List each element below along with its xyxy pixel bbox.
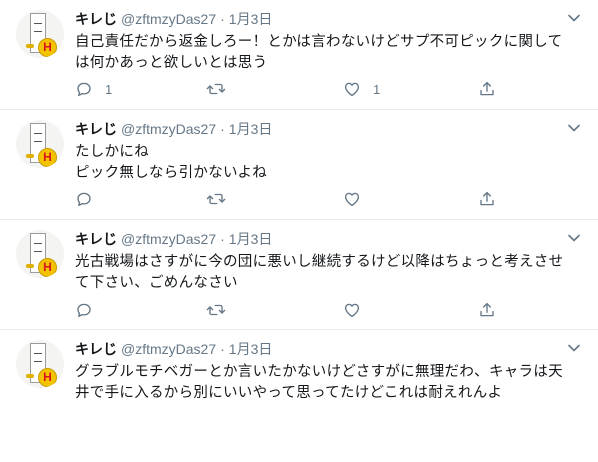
tweet-text-line: ピック無しなら引かないよね xyxy=(75,165,268,181)
share-button[interactable] xyxy=(478,300,496,320)
reply-icon xyxy=(77,82,91,97)
share-button[interactable] xyxy=(478,189,496,209)
retweet-button[interactable] xyxy=(206,189,238,209)
like-button[interactable] xyxy=(343,300,373,320)
like-button[interactable]: 1 xyxy=(343,79,380,99)
separator-dot: · xyxy=(220,121,225,137)
tweet-text: たしかにね ピック無しなら引かないよね xyxy=(75,142,585,184)
user-handle[interactable]: @zftmzyDas27 xyxy=(121,231,216,247)
timeline: H キレじ @zftmzyDas27 · 1月3日 自己責任だから返金しろー！とかは言… xyxy=(0,0,598,462)
retweet-icon xyxy=(206,304,226,316)
tweet[interactable]: H キレじ @zftmzyDas27 · 1月3日 グラブルモチベガーとか言いたかない… xyxy=(0,330,598,462)
avatar[interactable]: H xyxy=(16,340,64,388)
avatar[interactable]: H xyxy=(16,10,64,58)
avatar-badge: H xyxy=(38,148,57,167)
share-icon xyxy=(480,191,494,206)
reply-icon xyxy=(77,303,91,318)
user-handle[interactable]: @zftmzyDas27 xyxy=(121,11,216,27)
avatar-coin-graphic xyxy=(26,154,34,158)
tweet-date[interactable]: 1月3日 xyxy=(229,11,273,27)
reply-icon xyxy=(77,192,91,207)
retweet-icon xyxy=(206,83,226,95)
avatar-coin-graphic xyxy=(26,264,34,268)
caret-down-icon[interactable] xyxy=(568,234,580,242)
separator-dot: · xyxy=(220,231,225,247)
display-name[interactable]: キレじ xyxy=(75,341,117,357)
like-count: 1 xyxy=(373,81,381,97)
tweet-date[interactable]: 1月3日 xyxy=(229,341,273,357)
avatar-badge: H xyxy=(38,38,57,57)
user-handle[interactable]: @zftmzyDas27 xyxy=(121,341,216,357)
avatar-badge: H xyxy=(38,258,57,277)
reply-count: 1 xyxy=(105,81,113,97)
reply-button[interactable] xyxy=(75,300,105,320)
tweet-actions: 1 1 xyxy=(75,79,505,99)
caret-down-icon[interactable] xyxy=(568,14,580,22)
avatar[interactable]: H xyxy=(16,230,64,278)
avatar[interactable]: H xyxy=(16,120,64,168)
tweet-date[interactable]: 1月3日 xyxy=(229,121,273,137)
tweet-text: 自己責任だから返金しろー！とかは言わないけどサプ不可ピックに関して は何かあっと… xyxy=(75,32,585,74)
separator-dot: · xyxy=(220,341,225,357)
tweet-text-line: は何かあっと欲しいとは思う xyxy=(75,55,268,71)
tweet-text-line: て下さい、ごめんなさい xyxy=(75,275,238,291)
display-name[interactable]: キレじ xyxy=(75,231,117,247)
separator-dot: · xyxy=(220,11,225,27)
share-icon xyxy=(480,302,494,317)
user-handle[interactable]: @zftmzyDas27 xyxy=(121,121,216,137)
avatar-coin-graphic xyxy=(26,44,34,48)
like-button[interactable] xyxy=(343,189,373,209)
tweet-date[interactable]: 1月3日 xyxy=(229,231,273,247)
display-name[interactable]: キレじ xyxy=(75,11,117,27)
tweet-text-line: たしかにね xyxy=(75,144,149,160)
avatar-coin-graphic xyxy=(26,374,34,378)
like-icon xyxy=(344,303,360,318)
tweet-text: グラブルモチベガーとか言いたかないけどさすがに無理だわ、キャラは天 井で手に入る… xyxy=(75,362,585,404)
tweet-text-line: 光古戦場はさすがに今の団に悪いし継続するけど以降はちょっと考えさせ xyxy=(75,254,564,270)
tweet-header: キレじ @zftmzyDas27 · 1月3日 xyxy=(75,230,272,248)
tweet[interactable]: H キレじ @zftmzyDas27 · 1月3日 たしかにね ピック無しなら引かない… xyxy=(0,110,598,220)
caret-down-icon[interactable] xyxy=(568,344,580,352)
retweet-button[interactable] xyxy=(206,300,238,320)
avatar-badge: H xyxy=(38,368,57,387)
tweet-text: 光古戦場はさすがに今の団に悪いし継続するけど以降はちょっと考えさせ て下さい、ご… xyxy=(75,252,585,294)
share-icon xyxy=(480,81,494,96)
share-button[interactable] xyxy=(478,79,496,99)
retweet-icon xyxy=(206,193,226,205)
caret-down-icon[interactable] xyxy=(568,124,580,132)
like-icon xyxy=(344,192,360,207)
tweet-text-line: 井で手に入るから別にいいやって思ってたけどこれは耐えれんよ xyxy=(75,385,503,401)
tweet-actions xyxy=(75,189,505,209)
retweet-button[interactable] xyxy=(206,79,238,99)
tweet-text-line: グラブルモチベガーとか言いたかないけどさすがに無理だわ、キャラは天 xyxy=(75,364,563,380)
tweet[interactable]: H キレじ @zftmzyDas27 · 1月3日 光古戦場はさすがに今の団に悪いし継… xyxy=(0,220,598,330)
reply-button[interactable]: 1 xyxy=(75,79,112,99)
tweet-text-line: 自己責任だから返金しろー！とかは言わないけどサプ不可ピックに関して xyxy=(75,34,563,50)
tweet-header: キレじ @zftmzyDas27 · 1月3日 xyxy=(75,340,272,358)
tweet-header: キレじ @zftmzyDas27 · 1月3日 xyxy=(75,10,272,28)
display-name[interactable]: キレじ xyxy=(75,121,117,137)
tweet-header: キレじ @zftmzyDas27 · 1月3日 xyxy=(75,120,272,138)
like-icon xyxy=(344,82,360,97)
tweet-actions xyxy=(75,300,505,320)
reply-button[interactable] xyxy=(75,189,105,209)
tweet[interactable]: H キレじ @zftmzyDas27 · 1月3日 自己責任だから返金しろー！とかは言… xyxy=(0,0,598,110)
